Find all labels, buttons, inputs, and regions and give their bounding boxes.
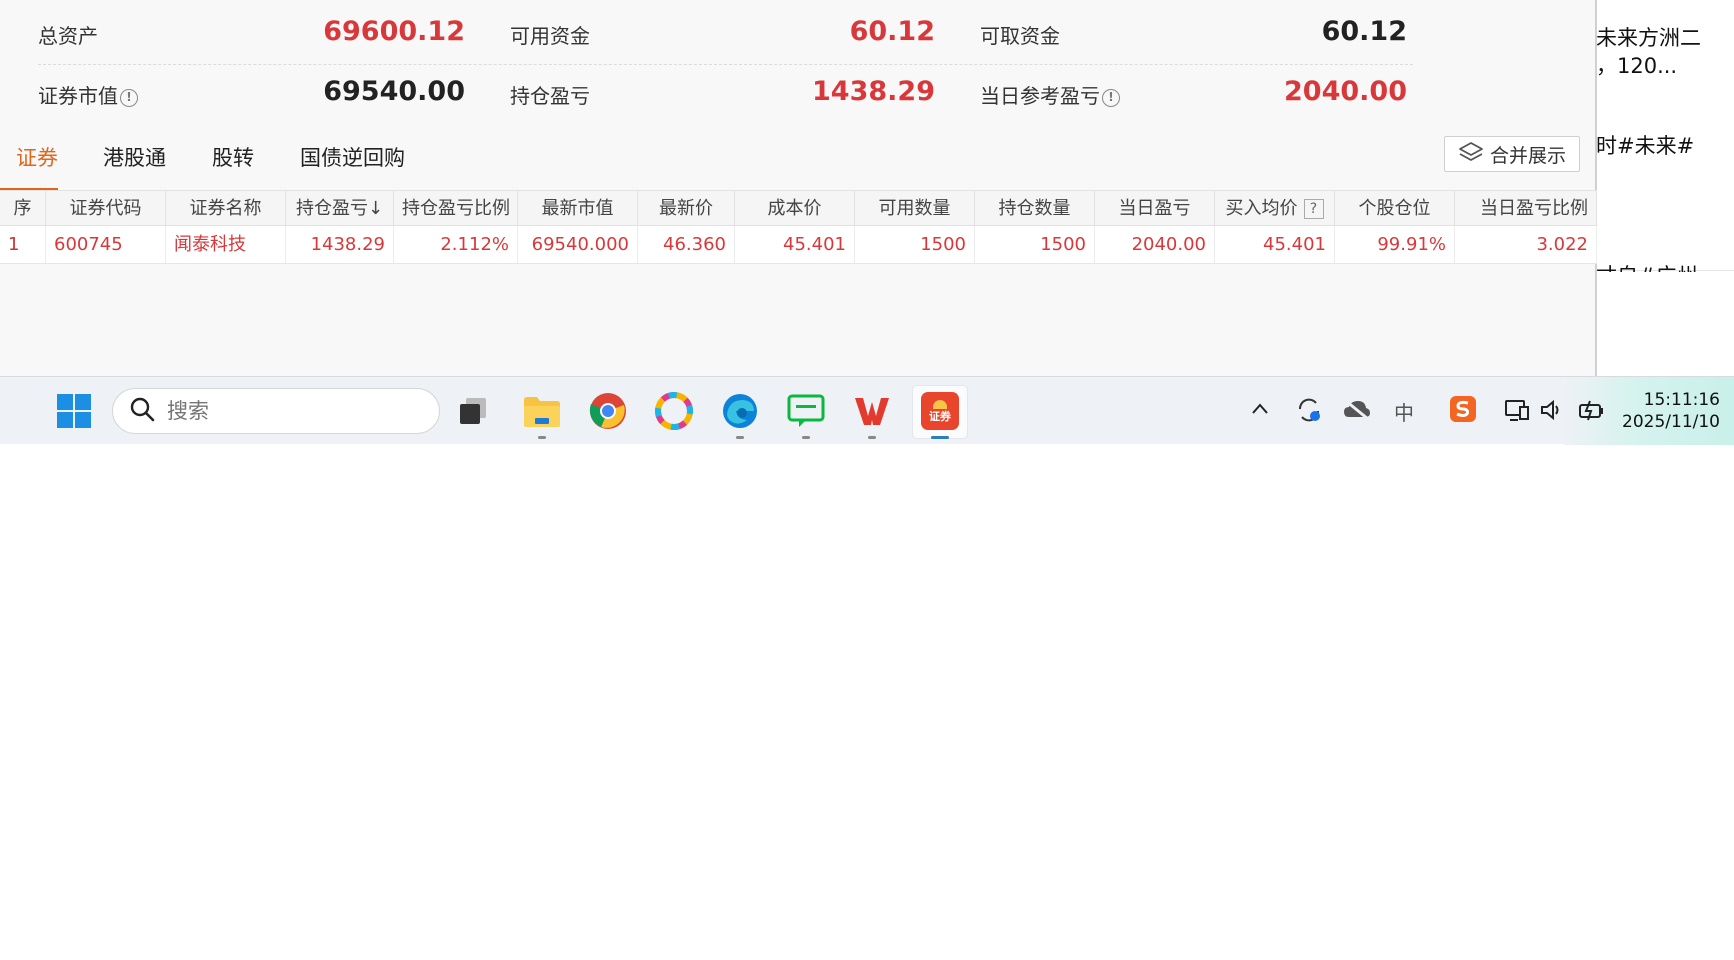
total-assets-value: 69600.12 <box>323 16 465 47</box>
available-funds-label: 可用资金 <box>510 24 590 48</box>
tab-share-transfer[interactable]: 股转 <box>212 142 254 172</box>
col-header-daily-pnl-ratio[interactable]: 当日盈亏比例 <box>1455 191 1597 225</box>
market-tabs: 证券 港股通 股转 国债逆回购 合并展示 <box>0 134 1597 190</box>
available-funds-value: 60.12 <box>849 16 935 47</box>
col-header-avg-buy-price-label: 买入均价 <box>1225 198 1298 219</box>
volume-icon[interactable] <box>1540 399 1564 426</box>
taskbar: 证券 中 15:11:16 2025/11/10 <box>0 376 1734 445</box>
sync-icon[interactable] <box>1296 397 1322 428</box>
holdings-table: 序 证券代码 证券名称 持仓盈亏↓ 持仓盈亏比例 最新市值 最新价 成本价 可用… <box>0 190 1597 264</box>
help-icon[interactable]: ? <box>1303 199 1324 219</box>
position-pnl-label: 持仓盈亏 <box>510 84 590 108</box>
col-header-avg-buy-price[interactable]: 买入均价? <box>1215 191 1335 225</box>
sogou-input-icon[interactable] <box>1449 395 1477 428</box>
cell-code: 600745 <box>46 226 166 263</box>
wechat-work-icon[interactable] <box>786 391 826 439</box>
summary-divider <box>38 64 1413 65</box>
cell-holding-qty: 1500 <box>975 226 1095 263</box>
summary-row-positions: 证券市值! 69540.00 持仓盈亏 1438.29 当日参考盈亏! 2040… <box>0 66 1420 122</box>
cell-index: 1 <box>0 226 46 263</box>
table-header-row: 序 证券代码 证券名称 持仓盈亏↓ 持仓盈亏比例 最新市值 最新价 成本价 可用… <box>0 190 1597 226</box>
edge-icon[interactable] <box>720 391 760 439</box>
col-header-name[interactable]: 证券名称 <box>166 191 286 225</box>
daily-ref-pnl-value: 2040.00 <box>1284 76 1407 107</box>
col-header-index[interactable]: 序 <box>0 191 46 225</box>
col-header-market-value[interactable]: 最新市值 <box>518 191 638 225</box>
chevron-up-icon[interactable] <box>1250 399 1270 424</box>
chrome-icon[interactable] <box>588 391 628 431</box>
background-window: 未来方洲二 ，120... 时#未来# 寸自#广州 <box>1590 0 1734 376</box>
col-header-position-pnl-ratio[interactable]: 持仓盈亏比例 <box>394 191 518 225</box>
securities-app-badge: 证券 <box>929 409 951 423</box>
col-header-position-pnl[interactable]: 持仓盈亏↓ <box>286 191 394 225</box>
cell-position-pnl: 1438.29 <box>286 226 394 263</box>
windows-start-icon[interactable] <box>54 391 94 431</box>
ime-indicator[interactable]: 中 <box>1394 397 1414 426</box>
daily-ref-pnl-label-text: 当日参考盈亏 <box>980 84 1100 108</box>
summary-row-assets: 总资产 69600.12 可用资金 60.12 可取资金 60.12 <box>0 6 1420 62</box>
search-icon <box>129 396 155 426</box>
cell-position-pnl-ratio: 2.112% <box>394 226 518 263</box>
cell-cost-price: 45.401 <box>735 226 855 263</box>
position-pnl-value: 1438.29 <box>812 76 935 107</box>
cell-available-qty: 1500 <box>855 226 975 263</box>
merge-display-label: 合并展示 <box>1489 144 1566 167</box>
network-icon[interactable] <box>1504 399 1530 428</box>
layers-icon <box>1458 141 1484 168</box>
col-header-code[interactable]: 证券代码 <box>46 191 166 225</box>
cloud-off-icon[interactable] <box>1343 399 1371 426</box>
running-indicator <box>736 436 744 439</box>
running-indicator <box>538 436 546 439</box>
cell-name: 闻泰科技 <box>166 226 286 263</box>
col-header-cost-price[interactable]: 成本价 <box>735 191 855 225</box>
running-indicator <box>802 436 810 439</box>
securities-app-icon[interactable]: 证券 <box>920 391 960 439</box>
market-value-label: 证券市值! <box>38 80 138 109</box>
tab-treasury-repo[interactable]: 国债逆回购 <box>300 142 405 172</box>
withdrawable-funds-label: 可取资金 <box>980 24 1060 48</box>
background-text-line: 未来方洲二 <box>1596 26 1701 50</box>
col-header-daily-pnl[interactable]: 当日盈亏 <box>1095 191 1215 225</box>
market-value-label-text: 证券市值 <box>38 84 118 108</box>
col-header-position-weight[interactable]: 个股仓位 <box>1335 191 1455 225</box>
cell-last-price: 46.360 <box>638 226 735 263</box>
background-text-line: ，120... <box>1596 54 1678 78</box>
tab-securities[interactable]: 证券 <box>16 142 58 172</box>
cell-daily-pnl-ratio: 3.022 <box>1455 226 1597 263</box>
col-header-last-price[interactable]: 最新价 <box>638 191 735 225</box>
photos-icon[interactable] <box>654 391 694 431</box>
tab-hk-connect[interactable]: 港股通 <box>103 142 166 172</box>
battery-charging-icon[interactable] <box>1578 399 1606 426</box>
system-clock[interactable]: 15:11:16 2025/11/10 <box>1622 389 1720 433</box>
daily-ref-pnl-label: 当日参考盈亏! <box>980 80 1120 109</box>
table-row[interactable]: 1 600745 闻泰科技 1438.29 2.112% 69540.000 4… <box>0 226 1597 264</box>
info-icon[interactable]: ! <box>1102 88 1120 107</box>
running-indicator <box>868 436 876 439</box>
cell-market-value: 69540.000 <box>518 226 638 263</box>
cell-daily-pnl: 2040.00 <box>1095 226 1215 263</box>
col-header-holding-qty[interactable]: 持仓数量 <box>975 191 1095 225</box>
active-indicator <box>931 436 949 439</box>
file-explorer-icon[interactable] <box>522 391 562 439</box>
total-assets-label: 总资产 <box>38 24 98 48</box>
merge-display-button[interactable]: 合并展示 <box>1444 136 1580 172</box>
task-view-icon[interactable] <box>453 391 493 431</box>
background-text-line: 寸自#广州 <box>1596 260 1698 272</box>
col-header-available-qty[interactable]: 可用数量 <box>855 191 975 225</box>
taskbar-search[interactable] <box>112 388 440 434</box>
search-input[interactable] <box>167 399 387 423</box>
background-text-line: 时#未来# <box>1596 134 1695 158</box>
cell-position-weight: 99.91% <box>1335 226 1455 263</box>
info-icon[interactable]: ! <box>120 88 138 107</box>
withdrawable-funds-value: 60.12 <box>1321 16 1407 47</box>
clock-date: 2025/11/10 <box>1622 412 1720 432</box>
trading-window: 总资产 69600.12 可用资金 60.12 可取资金 60.12 证券市值!… <box>0 0 1597 376</box>
wps-icon[interactable] <box>852 391 892 439</box>
cell-avg-buy-price: 45.401 <box>1215 226 1335 263</box>
clock-time: 15:11:16 <box>1643 390 1720 410</box>
market-value-value: 69540.00 <box>323 76 465 107</box>
